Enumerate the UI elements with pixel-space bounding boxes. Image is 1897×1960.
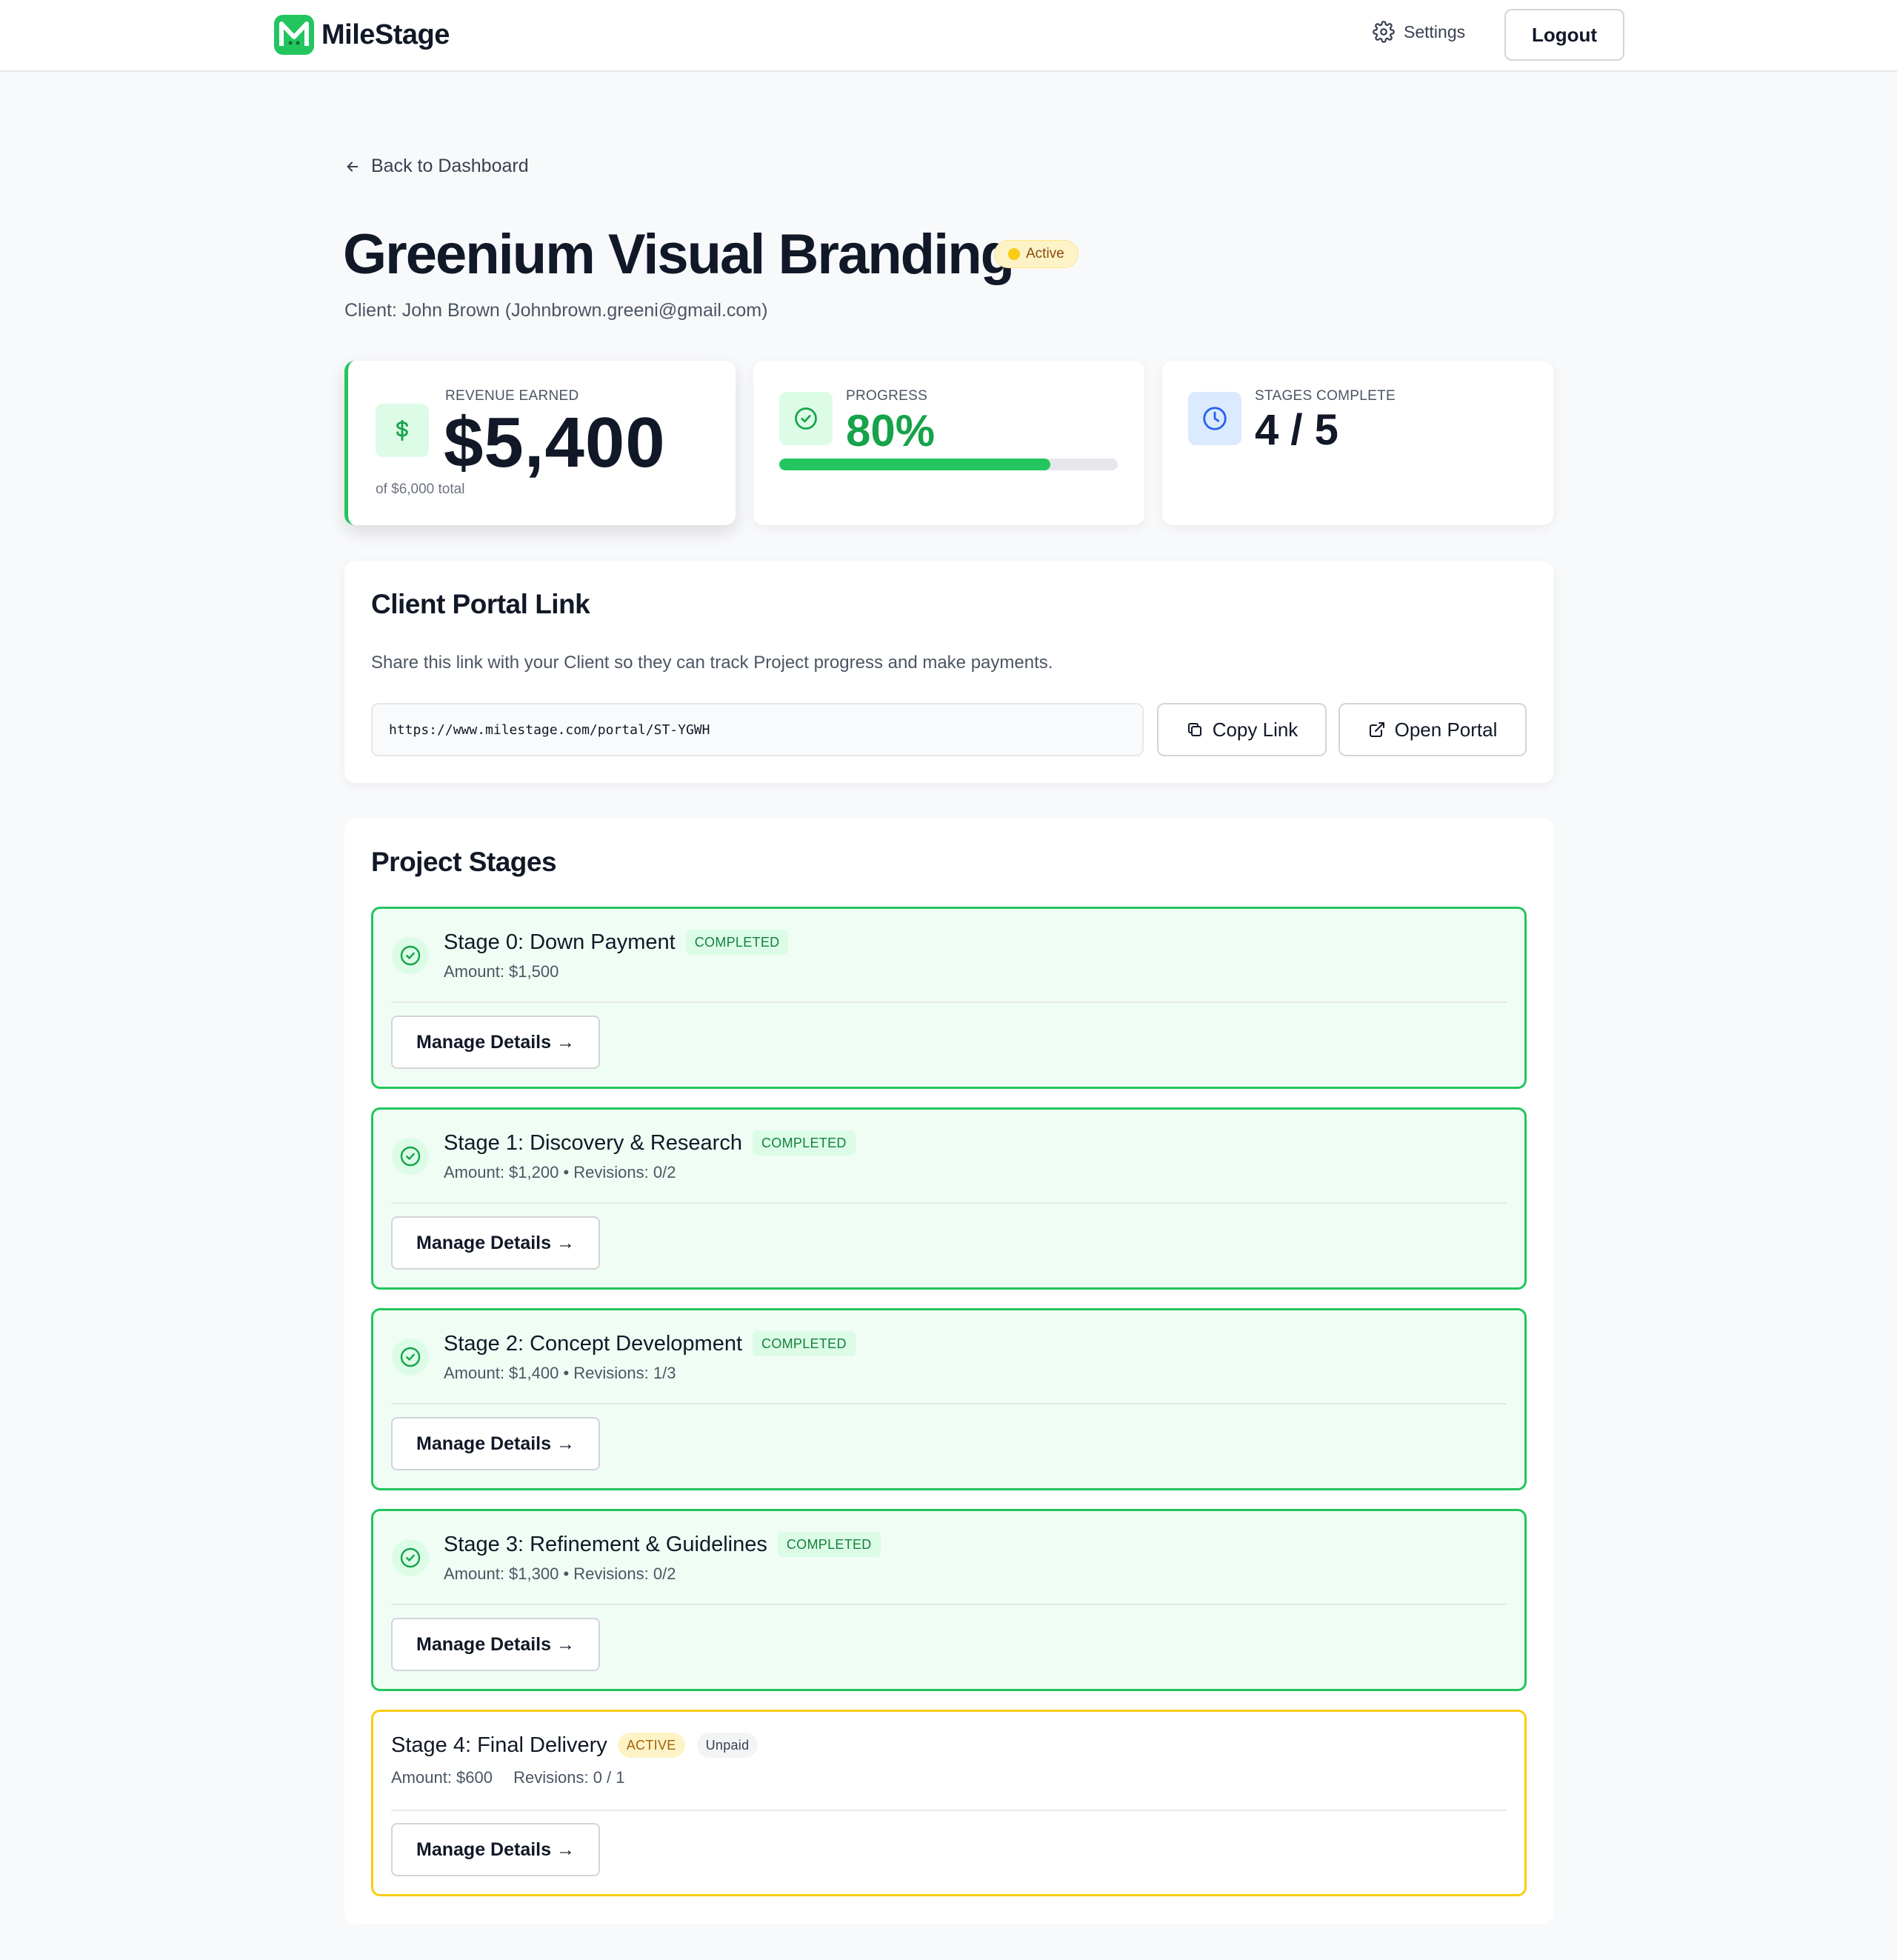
back-link-label: Back to Dashboard — [371, 156, 529, 176]
stage-name: Stage 4: Final Delivery — [391, 1733, 607, 1757]
stages-complete-label: STAGES COMPLETE — [1255, 388, 1396, 404]
clock-icon — [1188, 392, 1241, 445]
divider — [391, 1001, 1507, 1003]
portal-title: Client Portal Link — [371, 589, 590, 619]
stage-meta: Amount: $1,400 • Revisions: 1/3 — [444, 1364, 676, 1383]
divider — [391, 1604, 1507, 1605]
page-title: Greenium Visual Branding — [343, 223, 1015, 286]
portal-description: Share this link with your Client so they… — [371, 653, 1053, 673]
brand-name: MileStage — [321, 19, 450, 50]
check-circle-icon — [392, 1339, 429, 1376]
back-to-dashboard-link[interactable]: Back to Dashboard — [344, 156, 529, 177]
check-circle-icon — [392, 1138, 429, 1175]
revenue-card: REVENUE EARNED $5,400 of $6,000 total — [344, 361, 736, 525]
progress-label: PROGRESS — [846, 388, 928, 404]
client-portal-card: Client Portal Link Share this link with … — [344, 561, 1553, 783]
open-portal-button[interactable]: Open Portal — [1338, 703, 1527, 756]
stage-revisions: Revisions: 0 / 1 — [513, 1768, 625, 1787]
stage-revisions: • Revisions: 0/2 — [563, 1564, 676, 1583]
open-portal-label: Open Portal — [1394, 718, 1498, 741]
manage-details-button[interactable]: Manage Details → — [391, 1823, 600, 1876]
settings-link[interactable]: Settings — [1373, 21, 1465, 43]
copy-link-label: Copy Link — [1212, 718, 1298, 741]
stage-revisions: • Revisions: 1/3 — [563, 1364, 676, 1382]
divider — [391, 1403, 1507, 1404]
progress-card: PROGRESS 80% — [753, 361, 1144, 525]
stage-status-badge: COMPLETED — [752, 1130, 856, 1156]
settings-label: Settings — [1404, 21, 1466, 41]
stages-complete-value: 4 / 5 — [1255, 406, 1338, 454]
stage-name: Stage 1: Discovery & Research — [444, 1130, 742, 1155]
divider — [391, 1810, 1507, 1811]
stages-title: Project Stages — [371, 847, 557, 877]
stage-name: Stage 2: Concept Development — [444, 1331, 743, 1356]
status-badge-label: Active — [1026, 246, 1064, 261]
top-nav: MileStage Settings Logout — [0, 0, 1897, 72]
dollar-icon — [376, 404, 429, 457]
stage-status-badge: COMPLETED — [777, 1532, 881, 1557]
copy-link-button[interactable]: Copy Link — [1157, 703, 1327, 756]
gear-icon — [1373, 21, 1395, 43]
stage-amount: Amount: $1,400 — [444, 1364, 559, 1382]
stage-status-badge: COMPLETED — [685, 930, 789, 955]
check-circle-icon — [392, 1539, 429, 1576]
revenue-value: $5,400 — [444, 403, 666, 482]
brand-logo[interactable]: MileStage — [274, 15, 450, 55]
stage-card-active: Stage 4: Final Delivery ACTIVE Unpaid Am… — [371, 1710, 1527, 1896]
stage-name: Stage 0: Down Payment — [444, 930, 676, 954]
stage-meta: Amount: $1,300 • Revisions: 0/2 — [444, 1564, 676, 1584]
stage-meta: Amount: $1,200 • Revisions: 0/2 — [444, 1163, 676, 1182]
stage-revisions: • Revisions: 0/2 — [563, 1163, 676, 1181]
copy-icon — [1187, 723, 1201, 736]
stages-complete-card: STAGES COMPLETE 4 / 5 — [1162, 361, 1553, 525]
stage-name: Stage 3: Refinement & Guidelines — [444, 1532, 767, 1556]
stage-card: Stage 1: Discovery & Research COMPLETED … — [371, 1107, 1527, 1290]
manage-details-button[interactable]: Manage Details → — [391, 1417, 600, 1470]
stage-amount: Amount: $600 — [391, 1768, 493, 1787]
client-info: Client: John Brown (Johnbrown.greeni@gma… — [344, 300, 768, 321]
external-link-icon — [1369, 722, 1384, 737]
progress-bar-fill — [779, 459, 1050, 470]
stage-card: Stage 3: Refinement & Guidelines COMPLET… — [371, 1509, 1527, 1691]
logout-button[interactable]: Logout — [1504, 9, 1624, 61]
status-dot-icon — [1008, 248, 1020, 260]
manage-details-button[interactable]: Manage Details → — [391, 1618, 600, 1671]
check-circle-icon — [779, 392, 833, 445]
payment-status-badge: Unpaid — [696, 1733, 759, 1758]
stage-card: Stage 0: Down Payment COMPLETED Amount: … — [371, 907, 1527, 1089]
portal-url-field[interactable] — [371, 703, 1144, 756]
manage-details-button[interactable]: Manage Details → — [391, 1016, 600, 1069]
stage-amount: Amount: $1,500 — [444, 962, 559, 981]
stage-meta: Amount: $600 Revisions: 0 / 1 — [391, 1768, 625, 1787]
arrow-left-icon — [347, 161, 359, 172]
divider — [391, 1202, 1507, 1204]
stage-meta: Amount: $1,500 — [444, 962, 559, 981]
check-circle-icon — [392, 937, 429, 974]
project-stages-card: Project Stages Stage 0: Down Payment COM… — [344, 819, 1553, 1924]
stage-status-badge: COMPLETED — [753, 1331, 856, 1356]
stage-amount: Amount: $1,300 — [444, 1564, 559, 1583]
stage-status-badge: ACTIVE — [617, 1733, 685, 1758]
stage-card: Stage 2: Concept Development COMPLETED A… — [371, 1308, 1527, 1490]
revenue-total: of $6,000 total — [376, 481, 465, 497]
milestage-logo-icon — [274, 15, 314, 55]
progress-value: 80% — [846, 406, 936, 456]
manage-details-button[interactable]: Manage Details → — [391, 1216, 600, 1270]
stage-amount: Amount: $1,200 — [444, 1163, 559, 1181]
project-status-badge: Active — [994, 240, 1078, 268]
progress-bar — [779, 459, 1118, 470]
